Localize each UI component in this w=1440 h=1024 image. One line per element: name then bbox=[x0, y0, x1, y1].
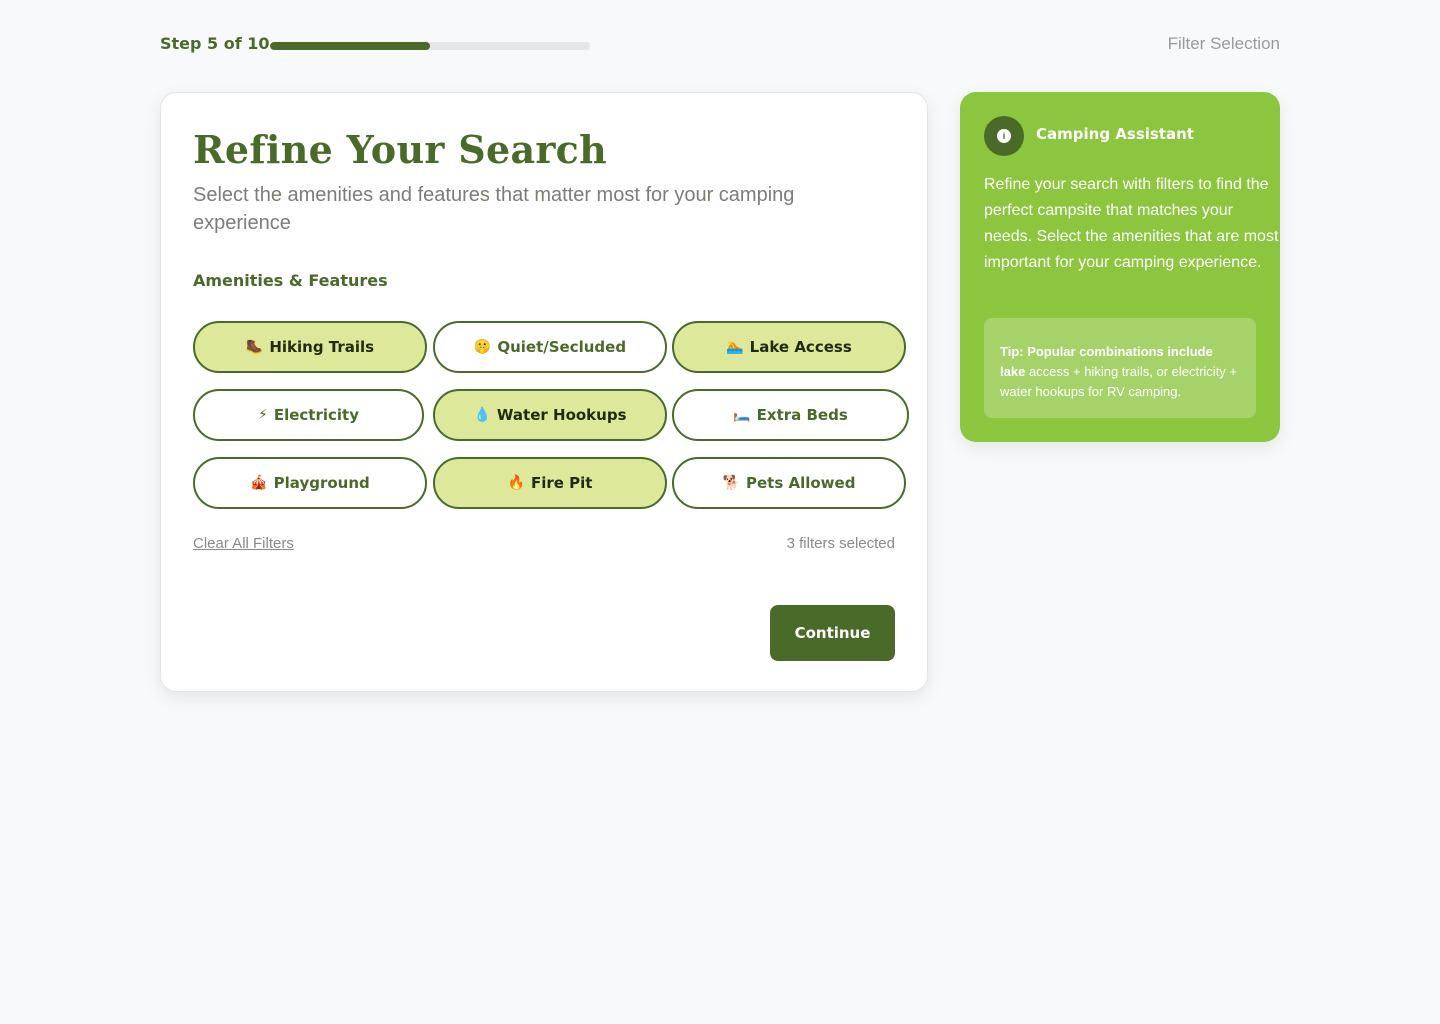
tip-box: Tip: Popular combinations include lake a… bbox=[984, 318, 1256, 418]
amenity-chip-label: Extra Beds bbox=[756, 406, 848, 424]
info-icon: i bbox=[997, 129, 1011, 143]
amenity-chip-pets-allowed[interactable]: 🐕 Pets Allowed bbox=[672, 457, 906, 509]
amenity-emoji-icon: ⚡ bbox=[258, 407, 268, 423]
amenity-chip-label: Water Hookups bbox=[496, 406, 627, 424]
filter-count: 3 filters selected bbox=[786, 535, 895, 552]
page-label: Filter Selection bbox=[1167, 34, 1280, 53]
amenity-emoji-icon: 🎪 bbox=[250, 475, 268, 491]
amenity-chip-label: Quiet/Secluded bbox=[497, 338, 627, 356]
amenity-chip-hiking-trails[interactable]: 🥾 Hiking Trails bbox=[193, 321, 427, 373]
filter-card: Refine Your Search Select the amenities … bbox=[160, 92, 928, 692]
progress-header: Step 5 of 10 Filter Selection bbox=[160, 32, 1280, 58]
step-label: Step 5 of 10 bbox=[160, 34, 270, 53]
amenity-emoji-icon: 🛏️ bbox=[733, 407, 751, 423]
assistant-title: Camping Assistant bbox=[1036, 125, 1194, 143]
amenity-emoji-icon: 🔥 bbox=[507, 475, 525, 491]
amenity-chip-electricity[interactable]: ⚡ Electricity bbox=[193, 389, 424, 441]
amenity-chip-label: Playground bbox=[273, 474, 370, 492]
section-label: Amenities & Features bbox=[193, 271, 388, 290]
assistant-avatar: i bbox=[984, 116, 1024, 156]
amenity-chip-label: Fire Pit bbox=[530, 474, 593, 492]
amenity-emoji-icon: 🐕 bbox=[722, 475, 740, 491]
amenity-chip-fire-pit[interactable]: 🔥 Fire Pit bbox=[433, 457, 667, 509]
assistant-panel: i Camping Assistant Refine your search w… bbox=[960, 92, 1280, 442]
page-title: Refine Your Search bbox=[193, 127, 608, 172]
tip-text: access + hiking trails, or electricity +… bbox=[1000, 364, 1238, 399]
amenity-chip-label: Pets Allowed bbox=[745, 474, 856, 492]
progress-bar-fill bbox=[270, 42, 430, 50]
amenity-chip-lake-access[interactable]: 🏊 Lake Access bbox=[672, 321, 906, 373]
clear-filters-link[interactable]: Clear All Filters bbox=[193, 535, 294, 552]
amenity-chip-label: Hiking Trails bbox=[269, 338, 375, 356]
filter-footer: Clear All Filters 3 filters selected bbox=[193, 535, 895, 555]
amenity-chip-quiet-secluded[interactable]: 🤫 Quiet/Secluded bbox=[433, 321, 667, 373]
amenity-emoji-icon: 🏊 bbox=[726, 339, 744, 355]
amenity-emoji-icon: 🥾 bbox=[245, 339, 264, 355]
continue-button[interactable]: Continue bbox=[770, 605, 895, 661]
amenity-chip-playground[interactable]: 🎪 Playground bbox=[193, 457, 427, 509]
page-subtitle: Select the amenities and features that m… bbox=[193, 184, 795, 234]
amenity-chip-label: Electricity bbox=[273, 406, 359, 424]
progress-bar bbox=[270, 42, 590, 50]
amenity-emoji-icon: 💧 bbox=[473, 407, 491, 423]
assistant-message: Refine your search with filters to find … bbox=[984, 176, 1279, 271]
amenity-emoji-icon: 🤫 bbox=[473, 339, 492, 355]
amenity-chip-water-hookups[interactable]: 💧 Water Hookups bbox=[433, 389, 667, 441]
amenity-chip-label: Lake Access bbox=[749, 338, 852, 356]
amenity-chip-extra-beds[interactable]: 🛏️ Extra Beds bbox=[672, 389, 909, 441]
